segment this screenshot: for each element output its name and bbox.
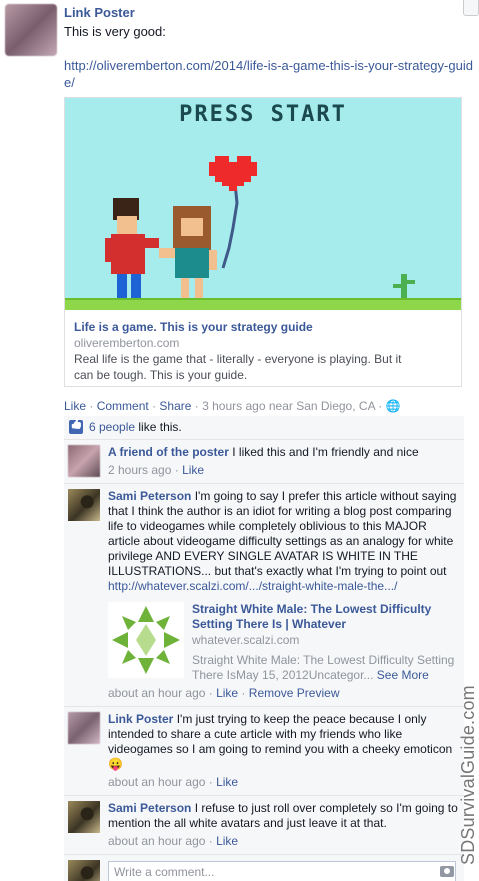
write-comment-row: Write a comment...: [64, 855, 464, 881]
poster-name[interactable]: Link Poster: [64, 5, 135, 20]
comment-body: Link Poster I'm just trying to keep the …: [108, 712, 458, 772]
poster-avatar[interactable]: [5, 4, 57, 56]
post-timestamp[interactable]: 3 hours ago near San Diego, CA: [202, 399, 375, 413]
likes-count-link[interactable]: 6 people: [89, 420, 135, 434]
heart-balloon-icon: [209, 156, 257, 191]
link-preview[interactable]: Straight White Male: The Lowest Difficul…: [108, 602, 458, 682]
preview-domain: whatever.scalzi.com: [192, 633, 300, 647]
commenter-avatar[interactable]: [68, 712, 100, 744]
comment-like-button[interactable]: Like: [182, 463, 204, 477]
write-comment-input[interactable]: Write a comment...: [108, 861, 456, 881]
comment-body: A friend of the poster I liked this and …: [108, 445, 458, 460]
comment-timestamp[interactable]: about an hour ago: [108, 686, 205, 700]
comment: A friend of the poster I liked this and …: [64, 440, 464, 484]
share-card[interactable]: PRESS START Life is a game. This is your…: [64, 97, 462, 387]
tongue-emoticon-icon: 😛: [108, 757, 123, 771]
preview-title[interactable]: Straight White Male: The Lowest Difficul…: [192, 602, 462, 632]
preview-thumbnail[interactable]: [108, 602, 184, 678]
watermark: SDSurvivalGuide.com: [446, 660, 479, 870]
comment-meta: 2 hours ago · Like: [108, 463, 205, 477]
grass-ground: [65, 298, 461, 310]
likes-suffix: like this.: [138, 420, 182, 434]
share-card-domain: oliveremberton.com: [74, 336, 180, 350]
comment-link[interactable]: http://whatever.scalzi.com/.../straight-…: [108, 579, 397, 593]
comment-button[interactable]: Comment: [97, 399, 149, 413]
share-card-description: Real life is the game that - literally -…: [74, 352, 402, 382]
balloon-string: [221, 182, 239, 269]
share-card-title[interactable]: Life is a game. This is your strategy gu…: [74, 320, 313, 334]
commenter-name[interactable]: A friend of the poster: [108, 445, 229, 459]
commenter-name[interactable]: Link Poster: [108, 712, 173, 726]
comment-like-button[interactable]: Like: [216, 775, 238, 789]
comment-timestamp[interactable]: 2 hours ago: [108, 463, 171, 477]
separator: ·: [378, 399, 386, 413]
globe-icon[interactable]: 🌐: [386, 399, 401, 413]
commenter-name[interactable]: Sami Peterson: [108, 801, 191, 815]
comment-meta: about an hour ago · Like: [108, 834, 239, 848]
current-user-avatar: [68, 860, 100, 881]
post-actions: Like · Comment · Share · 3 hours ago nea…: [64, 399, 401, 413]
comment-timestamp[interactable]: about an hour ago: [108, 834, 205, 848]
pixel-couple-illustration: [105, 156, 415, 300]
like-button[interactable]: Like: [64, 399, 86, 413]
post-options-chevron-icon[interactable]: [463, 0, 479, 16]
comment-text: I liked this and I'm friendly and nice: [232, 445, 419, 459]
separator: ·: [89, 399, 97, 413]
comments-section: 6 people like this. A friend of the post…: [64, 416, 464, 881]
commenter-avatar[interactable]: [68, 801, 100, 833]
comment-like-button[interactable]: Like: [216, 686, 238, 700]
likes-summary: 6 people like this.: [64, 416, 464, 440]
share-card-image[interactable]: PRESS START: [65, 98, 461, 310]
comment: Sami Peterson I refuse to just roll over…: [64, 796, 464, 855]
commenter-avatar[interactable]: [68, 445, 100, 477]
pixel-boy-icon: [105, 198, 159, 300]
cactus-icon: [393, 274, 415, 298]
comment-meta: about an hour ago · Like · Remove Previe…: [108, 686, 340, 700]
post-text: This is very good:: [64, 24, 166, 39]
comment-body: Sami Peterson I refuse to just roll over…: [108, 801, 458, 831]
see-more-link[interactable]: See More: [377, 668, 429, 682]
commenter-name[interactable]: Sami Peterson: [108, 489, 191, 503]
comment-body: Sami Peterson I'm going to say I prefer …: [108, 489, 458, 594]
pixel-girl-icon: [159, 206, 217, 300]
commenter-avatar[interactable]: [68, 489, 100, 521]
comment-like-button[interactable]: Like: [216, 834, 238, 848]
comment: Link Poster I'm just trying to keep the …: [64, 707, 464, 796]
remove-preview-button[interactable]: Remove Preview: [249, 686, 340, 700]
thumbs-up-icon: [69, 420, 83, 434]
comment-timestamp[interactable]: about an hour ago: [108, 775, 205, 789]
watermark-text: SDSurvivalGuide.com: [458, 685, 478, 865]
comment: Sami Peterson I'm going to say I prefer …: [64, 484, 464, 707]
share-button[interactable]: Share: [159, 399, 191, 413]
post-url-link[interactable]: http://oliveremberton.com/2014/life-is-a…: [64, 57, 474, 91]
preview-description: Straight White Male: The Lowest Difficul…: [192, 653, 462, 683]
comment-meta: about an hour ago · Like: [108, 775, 239, 789]
